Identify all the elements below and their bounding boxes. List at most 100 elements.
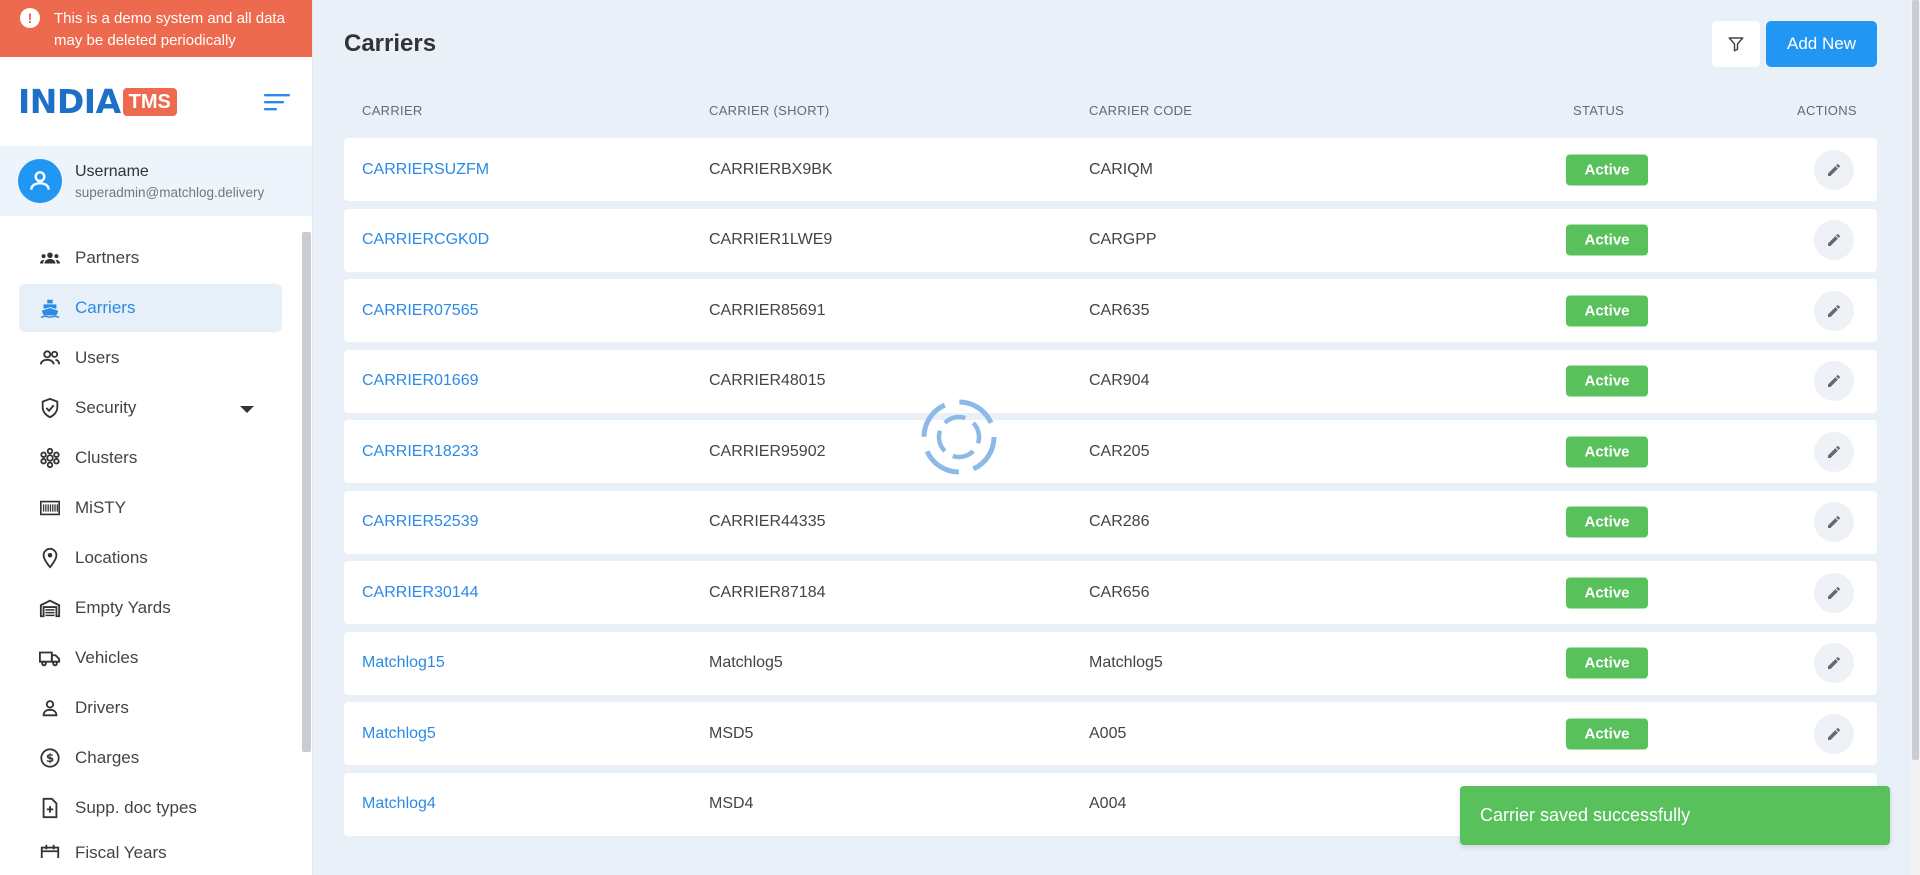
sidebar-item-vehicles[interactable]: Vehicles <box>19 634 282 682</box>
filter-icon <box>1728 37 1744 52</box>
filter-button[interactable] <box>1712 21 1760 67</box>
carrier-link[interactable]: Matchlog5 <box>362 725 436 743</box>
carrier-short-cell: CARRIER87184 <box>709 583 826 601</box>
demo-banner-text: This is a demo system and all data may b… <box>54 10 285 49</box>
chevron-down-icon[interactable] <box>240 406 254 413</box>
barcode-icon <box>40 500 60 516</box>
page-title: Carriers <box>344 30 437 57</box>
sidebar-item-label: Carriers <box>75 298 136 317</box>
add-new-button[interactable]: Add New <box>1766 21 1877 67</box>
carrier-link[interactable]: Matchlog15 <box>362 654 445 672</box>
carrier-code-cell: CAR635 <box>1089 301 1150 319</box>
sidebar-item-partners[interactable]: Partners <box>19 234 282 282</box>
carrier-link[interactable]: CARRIERSUZFM <box>362 161 489 179</box>
page-scrollbar-thumb[interactable] <box>1912 0 1919 760</box>
status-badge: Active <box>1566 224 1648 256</box>
logo[interactable]: INDIA TMS <box>18 82 177 121</box>
table-row: Matchlog15 Matchlog5 Matchlog5 Active <box>344 631 1877 695</box>
sidebar-item-label: Partners <box>75 248 140 267</box>
sidebar: ! This is a demo system and all data may… <box>0 0 313 875</box>
edit-button[interactable] <box>1814 361 1854 401</box>
pencil-icon <box>1828 163 1840 176</box>
carrier-link[interactable]: CARRIER07565 <box>362 302 479 320</box>
page-scrollbar[interactable] <box>1911 0 1920 875</box>
column-header-carrier[interactable]: CARRIER <box>362 103 423 118</box>
sidebar-item-users[interactable]: Users <box>19 334 282 382</box>
pencil-icon <box>1828 304 1840 317</box>
edit-button[interactable] <box>1814 713 1854 754</box>
sidebar-item-fiscal-years[interactable]: Fiscal Years <box>19 834 282 858</box>
carrier-code-cell: A004 <box>1089 795 1127 812</box>
carrier-code-cell: CARGPP <box>1089 231 1157 248</box>
carrier-short-cell: MSD4 <box>709 795 754 812</box>
status-badge: Active <box>1566 506 1648 538</box>
carrier-link[interactable]: CARRIER30144 <box>362 584 479 602</box>
edit-button[interactable] <box>1814 220 1854 260</box>
sidebar-item-label: Fiscal Years <box>75 843 167 858</box>
pencil-icon <box>1828 656 1840 669</box>
carrier-code-cell: Matchlog5 <box>1089 654 1163 671</box>
column-header-carrier-short[interactable]: CARRIER (SHORT) <box>709 103 830 118</box>
user-icon <box>30 171 50 190</box>
column-header-status[interactable]: STATUS <box>1573 103 1624 118</box>
pencil-icon <box>1828 586 1840 599</box>
carrier-code-cell: CARIQM <box>1089 160 1153 178</box>
sidebar-item-empty-yards[interactable]: Empty Yards <box>19 584 282 632</box>
pin-icon <box>42 547 58 569</box>
pencil-icon <box>1828 727 1840 740</box>
carrier-link[interactable]: CARRIERCGK0D <box>362 231 489 249</box>
carrier-link[interactable]: CARRIER18233 <box>362 443 479 461</box>
pencil-icon <box>1828 233 1840 246</box>
table-row: Matchlog5 MSD5 A005 Active <box>344 702 1877 765</box>
table-row: CARRIERCGK0D CARRIER1LWE9 CARGPP Active <box>344 208 1877 272</box>
carrier-code-cell: CAR286 <box>1089 513 1150 530</box>
edit-button[interactable] <box>1814 572 1854 613</box>
sidebar-item-carriers[interactable]: Carriers <box>19 284 282 332</box>
sidebar-item-security[interactable]: Security <box>19 384 282 432</box>
sidebar-item-label: Supp. doc types <box>75 798 197 817</box>
sidebar-item-drivers[interactable]: Drivers <box>19 684 282 732</box>
exclamation-icon: ! <box>20 8 40 28</box>
edit-button[interactable] <box>1814 502 1854 542</box>
status-badge: Active <box>1566 718 1648 749</box>
sidebar-item-supp-doc-types[interactable]: Supp. doc types <box>19 784 282 832</box>
loading-spinner-icon <box>921 399 997 475</box>
carrier-link[interactable]: CARRIER52539 <box>362 513 479 531</box>
users-icon <box>39 350 61 365</box>
edit-button[interactable] <box>1814 149 1854 190</box>
carrier-code-cell: CAR904 <box>1089 372 1150 389</box>
edit-button[interactable] <box>1814 431 1854 472</box>
sidebar-item-misty[interactable]: MiSTY <box>19 484 282 532</box>
sidebar-item-locations[interactable]: Locations <box>19 534 282 582</box>
column-header-carrier-code[interactable]: CARRIER CODE <box>1089 103 1192 118</box>
user-profile[interactable]: Username superadmin@matchlog.delivery <box>0 146 312 216</box>
person-icon <box>42 700 58 717</box>
table-row: CARRIER52539 CARRIER44335 CAR286 Active <box>344 490 1877 554</box>
dollar-icon: $ <box>40 748 60 768</box>
menu-toggle-icon[interactable] <box>264 92 290 112</box>
toast-notification[interactable]: Carrier saved successfully <box>1460 786 1890 845</box>
carrier-link[interactable]: Matchlog4 <box>362 795 436 813</box>
carrier-code-cell: CAR205 <box>1089 442 1150 460</box>
carrier-short-cell: CARRIER1LWE9 <box>709 231 833 248</box>
main-content: Carriers Add New CARRIER CARRIER (SHORT)… <box>344 0 1877 875</box>
status-badge: Active <box>1566 647 1648 679</box>
sidebar-item-charges[interactable]: $ Charges <box>19 734 282 782</box>
edit-button[interactable] <box>1814 290 1854 331</box>
table-row: CARRIER01669 CARRIER48015 CAR904 Active <box>344 349 1877 413</box>
shield-icon <box>41 397 59 419</box>
sidebar-item-label: Drivers <box>75 698 129 717</box>
carrier-short-cell: CARRIER44335 <box>709 513 826 530</box>
demo-banner: ! This is a demo system and all data may… <box>0 0 312 57</box>
logo-text: INDIA <box>18 82 121 121</box>
calendar-icon <box>40 844 60 858</box>
carrier-short-cell: CARRIERBX9BK <box>709 160 833 178</box>
sidebar-item-label: Charges <box>75 748 140 767</box>
carrier-short-cell: Matchlog5 <box>709 654 783 671</box>
sidebar-scrollbar[interactable] <box>302 232 311 752</box>
edit-button[interactable] <box>1814 643 1854 683</box>
sidebar-item-clusters[interactable]: Clusters <box>19 434 282 482</box>
user-email: superadmin@matchlog.delivery <box>75 184 265 200</box>
carrier-link[interactable]: CARRIER01669 <box>362 372 479 390</box>
user-name: Username <box>75 162 149 180</box>
